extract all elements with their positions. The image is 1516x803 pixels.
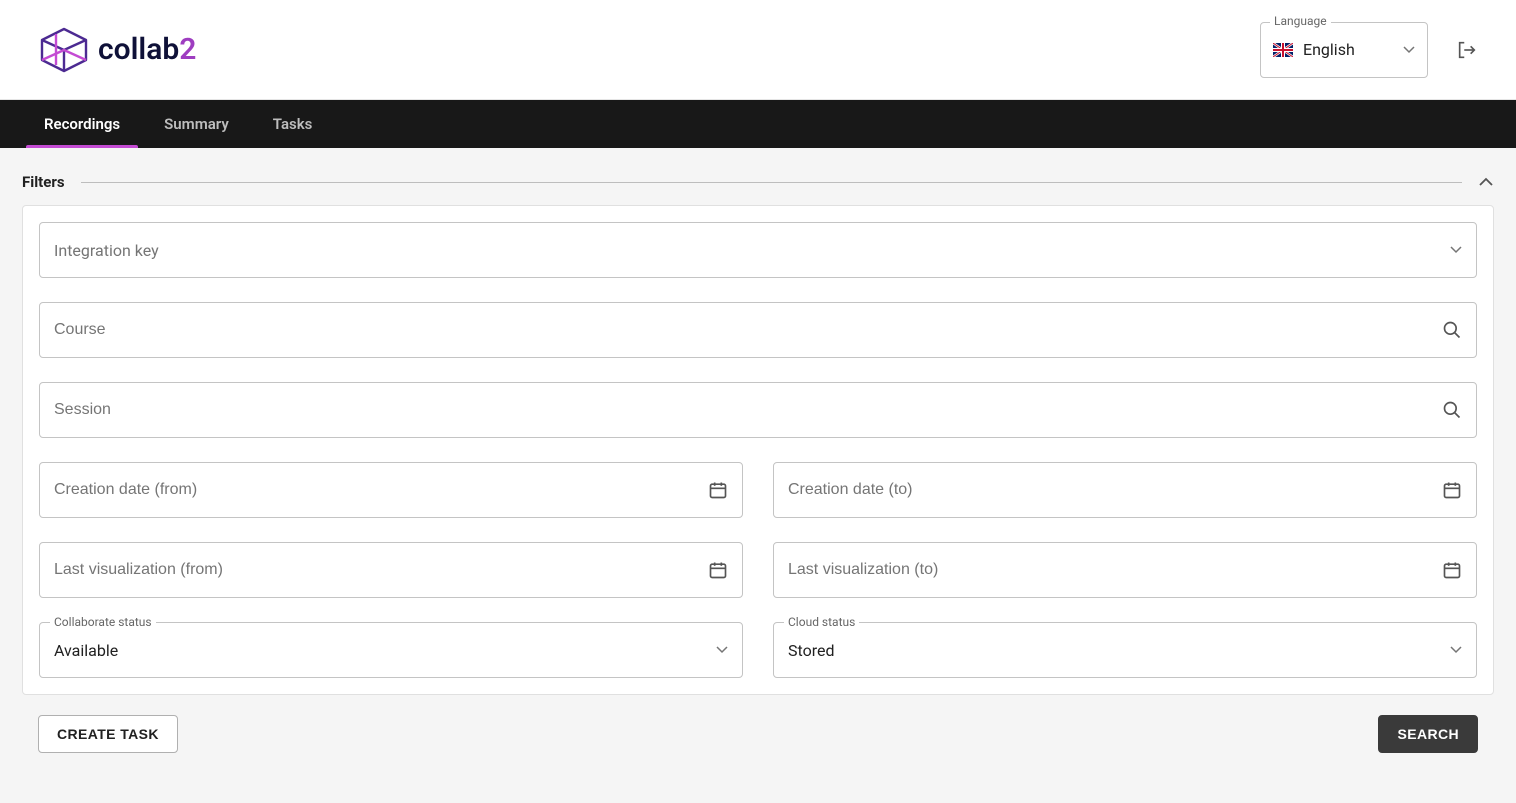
creation-date-row bbox=[39, 462, 1477, 518]
chevron-down-icon bbox=[1450, 646, 1462, 654]
calendar-icon[interactable] bbox=[1442, 480, 1462, 500]
filters-header: Filters bbox=[0, 149, 1516, 205]
app-header: collab2 Language English bbox=[0, 0, 1516, 100]
tab-tasks[interactable]: Tasks bbox=[251, 100, 335, 148]
logo-text: collab2 bbox=[98, 32, 196, 67]
main-content: Filters Integration key bbox=[0, 148, 1516, 803]
chevron-down-icon bbox=[1403, 46, 1415, 54]
collaborate-status-label: Collaborate status bbox=[50, 615, 156, 629]
logout-icon[interactable] bbox=[1456, 39, 1478, 61]
filters-title: Filters bbox=[22, 173, 65, 191]
cloud-status-label: Cloud status bbox=[784, 615, 859, 629]
search-icon[interactable] bbox=[1442, 320, 1462, 340]
logo-icon bbox=[38, 27, 90, 73]
last-viz-row bbox=[39, 542, 1477, 598]
cloud-status-select[interactable]: Cloud status Stored bbox=[773, 622, 1477, 678]
creation-date-to-field[interactable] bbox=[773, 462, 1477, 518]
last-viz-from-input[interactable] bbox=[54, 561, 708, 579]
chevron-down-icon bbox=[716, 646, 728, 654]
action-bar: Create task Search bbox=[0, 695, 1516, 753]
tab-recordings[interactable]: Recordings bbox=[22, 100, 142, 148]
search-button[interactable]: Search bbox=[1378, 715, 1478, 753]
creation-date-to-input[interactable] bbox=[788, 481, 1442, 499]
filters-panel: Integration key bbox=[22, 205, 1494, 695]
course-input[interactable] bbox=[54, 321, 1442, 339]
cloud-status-value: Stored bbox=[788, 641, 1450, 660]
collaborate-status-select[interactable]: Collaborate status Available bbox=[39, 622, 743, 678]
session-input[interactable] bbox=[54, 401, 1442, 419]
last-viz-to-input[interactable] bbox=[788, 561, 1442, 579]
session-field[interactable] bbox=[39, 382, 1477, 438]
calendar-icon[interactable] bbox=[708, 480, 728, 500]
create-task-button[interactable]: Create task bbox=[38, 715, 178, 753]
uk-flag-icon bbox=[1273, 43, 1293, 57]
divider bbox=[81, 182, 1462, 183]
creation-date-from-field[interactable] bbox=[39, 462, 743, 518]
header-right: Language English bbox=[1260, 22, 1478, 78]
last-viz-from-field[interactable] bbox=[39, 542, 743, 598]
last-viz-to-field[interactable] bbox=[773, 542, 1477, 598]
language-value: English bbox=[1303, 40, 1393, 59]
creation-date-from-input[interactable] bbox=[54, 481, 708, 499]
chevron-up-icon[interactable] bbox=[1478, 177, 1494, 187]
collaborate-status-value: Available bbox=[54, 641, 716, 660]
calendar-icon[interactable] bbox=[708, 560, 728, 580]
tab-label: Summary bbox=[164, 115, 229, 133]
integration-key-placeholder: Integration key bbox=[54, 241, 1450, 260]
integration-key-select[interactable]: Integration key bbox=[39, 222, 1477, 278]
tab-label: Tasks bbox=[273, 115, 313, 133]
tab-summary[interactable]: Summary bbox=[142, 100, 251, 148]
language-select[interactable]: English bbox=[1260, 22, 1428, 78]
logo[interactable]: collab2 bbox=[38, 27, 196, 73]
status-row: Collaborate status Available Cloud statu… bbox=[39, 622, 1477, 678]
search-icon[interactable] bbox=[1442, 400, 1462, 420]
tab-label: Recordings bbox=[44, 115, 120, 133]
nav-tabs: Recordings Summary Tasks bbox=[0, 100, 1516, 148]
chevron-down-icon bbox=[1450, 246, 1462, 254]
language-label: Language bbox=[1270, 14, 1331, 28]
course-field[interactable] bbox=[39, 302, 1477, 358]
calendar-icon[interactable] bbox=[1442, 560, 1462, 580]
language-select-wrap: Language English bbox=[1260, 22, 1428, 78]
